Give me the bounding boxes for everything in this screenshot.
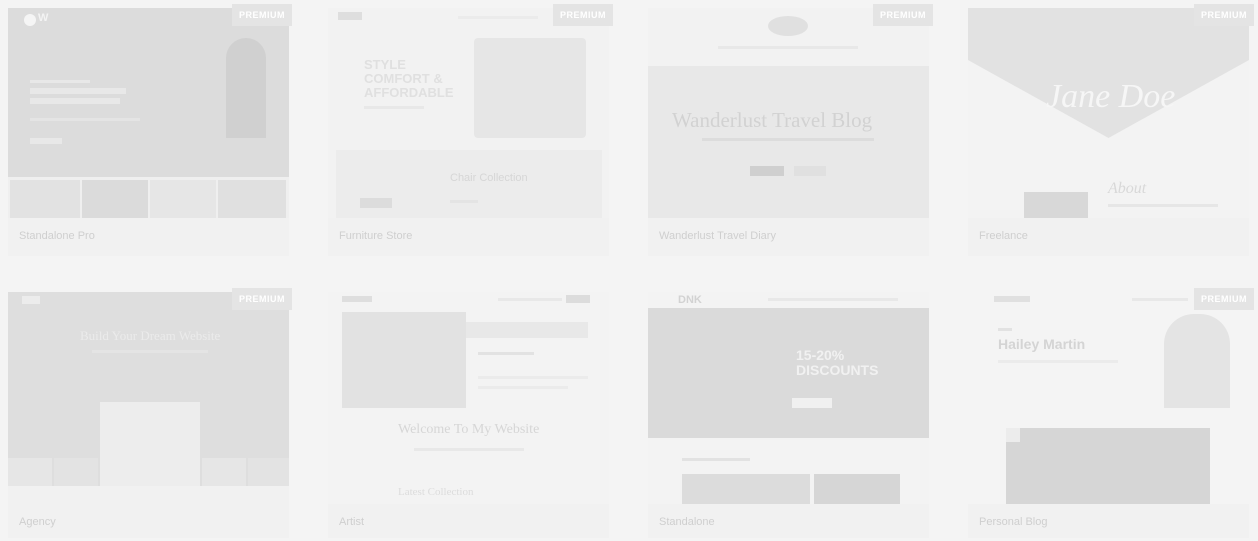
hero-image: [648, 308, 929, 438]
template-card-standalone[interactable]: DNK 15-20% DISCOUNTS Standalone: [648, 292, 929, 538]
logo-mark: [342, 296, 372, 302]
logo-icon: [768, 16, 808, 36]
chair-image: [474, 38, 586, 138]
premium-badge: PREMIUM: [873, 4, 933, 26]
template-title: Standalone Pro: [19, 230, 95, 242]
premium-badge: PREMIUM: [232, 4, 292, 26]
gallery-thumb: [10, 180, 80, 218]
template-title: Artist: [339, 516, 365, 528]
portrait-image: [1164, 314, 1230, 408]
template-card-artist[interactable]: Welcome To My Website Latest Collection …: [328, 292, 609, 538]
logo-mark: [22, 296, 40, 304]
hero-headline: Build Your Dream Website: [80, 328, 221, 343]
collection-heading: Latest Collection: [398, 486, 474, 498]
gallery-thumb: [150, 180, 216, 218]
section-title: Chair Collection: [450, 172, 528, 184]
premium-badge: PREMIUM: [1194, 288, 1254, 310]
portrait-image: [226, 38, 266, 138]
featured-image: [1006, 428, 1210, 504]
template-card-personal-blog[interactable]: Hailey Martin Personal Blog: [968, 292, 1249, 538]
nav-button: [566, 295, 590, 303]
template-title: Freelance: [979, 230, 1028, 242]
about-heading: About: [1108, 180, 1147, 197]
product-image: [814, 474, 900, 504]
hero-image: [342, 312, 466, 408]
template-title: Agency: [19, 516, 56, 528]
template-preview: Welcome To My Website Latest Collection: [328, 292, 609, 504]
gallery-thumb: [82, 180, 148, 218]
promo-text: 15-20% DISCOUNTS: [796, 347, 879, 378]
hero-name: Hailey Martin: [998, 336, 1086, 352]
template-card-standalone-pro[interactable]: W Standalone Pro: [8, 8, 289, 256]
cta-button: [794, 166, 826, 176]
template-card-freelance[interactable]: Jane Doe About Freelance: [968, 8, 1249, 256]
premium-badge: PREMIUM: [553, 4, 613, 26]
template-title: Furniture Store: [339, 230, 413, 242]
template-preview: DNK 15-20% DISCOUNTS: [648, 292, 929, 504]
product-image: [360, 198, 392, 208]
template-card-agency[interactable]: Build Your Dream Website Agency: [8, 292, 289, 538]
hero-image: [968, 8, 1249, 138]
hero-headline: STYLE COMFORT & AFFORDABLE: [364, 57, 454, 100]
gallery-thumb: [218, 180, 286, 218]
template-preview: Hailey Martin: [968, 292, 1249, 504]
cta-button: [750, 166, 784, 176]
hero-headline: Wanderlust Travel Blog: [672, 108, 873, 132]
premium-badge: PREMIUM: [232, 288, 292, 310]
premium-badge: PREMIUM: [1194, 4, 1254, 26]
template-grid: W Standalone Pro PREMIUM STYLE COMFORT &…: [0, 0, 1258, 541]
logo-icon: [24, 14, 36, 26]
template-preview: Jane Doe About: [968, 8, 1249, 218]
logo-mark: W: [38, 12, 49, 24]
brand-logo: DNK: [678, 294, 702, 306]
cta-button: [792, 398, 832, 408]
template-title: Wanderlust Travel Diary: [659, 230, 776, 242]
portrait-image: [1024, 192, 1088, 218]
template-title: Standalone: [659, 516, 715, 528]
signature-text: Jane Doe: [1046, 78, 1176, 115]
logo-mark: [338, 12, 362, 20]
template-card-wanderlust-travel-diary[interactable]: Wanderlust Travel Blog Wanderlust Travel…: [648, 8, 929, 256]
template-preview: W: [8, 8, 289, 218]
product-image: [682, 474, 810, 504]
logo-mark: [994, 296, 1030, 302]
welcome-heading: Welcome To My Website: [398, 422, 540, 437]
template-title: Personal Blog: [979, 516, 1048, 528]
device-mockup: [100, 402, 200, 486]
template-preview: Build Your Dream Website: [8, 292, 289, 486]
template-preview: STYLE COMFORT & AFFORDABLE Chair Collect…: [328, 8, 609, 218]
template-preview: Wanderlust Travel Blog: [648, 8, 929, 218]
template-card-furniture-store[interactable]: STYLE COMFORT & AFFORDABLE Chair Collect…: [328, 8, 609, 256]
